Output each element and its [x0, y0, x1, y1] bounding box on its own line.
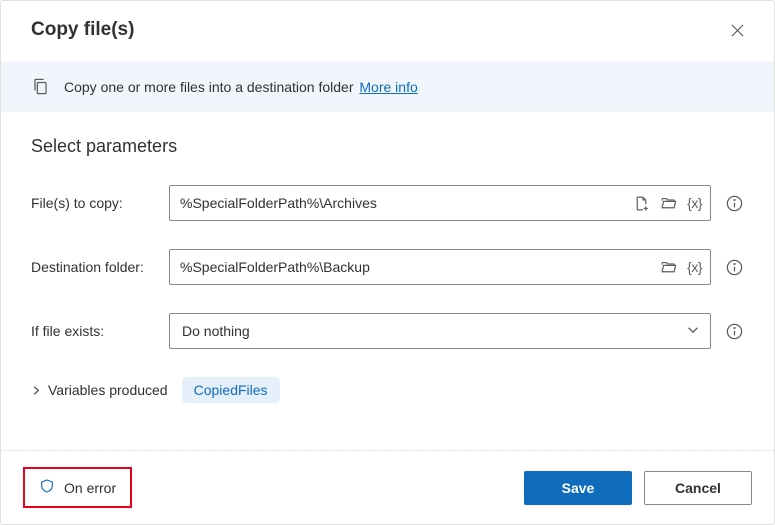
browse-folder-icon[interactable] — [660, 195, 677, 212]
files-to-copy-input-box: {x} — [169, 185, 711, 221]
files-to-copy-info-icon[interactable] — [725, 194, 744, 213]
save-button[interactable]: Save — [524, 471, 632, 505]
chevron-down-icon — [686, 323, 700, 340]
variable-picker-icon[interactable]: {x} — [687, 259, 702, 275]
if-file-exists-value: Do nothing — [182, 323, 250, 339]
if-file-exists-row: If file exists: Do nothing — [31, 313, 744, 349]
files-to-copy-row: File(s) to copy: — [31, 185, 744, 221]
select-file-icon[interactable] — [633, 195, 650, 212]
variable-picker-icon[interactable]: {x} — [687, 195, 702, 211]
dialog-title: Copy file(s) — [31, 19, 134, 41]
info-banner-text: Copy one or more files into a destinatio… — [64, 79, 354, 95]
destination-folder-row: Destination folder: {x} — [31, 249, 744, 285]
copy-icon — [31, 77, 50, 96]
variables-produced-label[interactable]: Variables produced — [48, 382, 168, 398]
if-file-exists-label: If file exists: — [31, 323, 169, 339]
shield-icon — [39, 478, 64, 497]
destination-folder-input[interactable] — [180, 259, 660, 275]
close-icon — [730, 23, 745, 41]
close-button[interactable] — [722, 17, 752, 47]
dialog-footer: On error Save Cancel — [1, 450, 774, 524]
info-banner: Copy one or more files into a destinatio… — [1, 61, 774, 112]
browse-folder-icon[interactable] — [660, 259, 677, 276]
on-error-highlight: On error — [23, 467, 132, 508]
if-file-exists-info-icon[interactable] — [725, 322, 744, 341]
cancel-button[interactable]: Cancel — [644, 471, 752, 505]
copy-files-dialog: Copy file(s) Copy one or more files into… — [0, 0, 775, 525]
dialog-header: Copy file(s) — [1, 1, 774, 61]
files-to-copy-label: File(s) to copy: — [31, 195, 169, 211]
destination-folder-input-box: {x} — [169, 249, 711, 285]
on-error-button[interactable]: On error — [27, 471, 128, 504]
destination-folder-label: Destination folder: — [31, 259, 169, 275]
files-to-copy-input[interactable] — [180, 195, 633, 211]
variables-produced-row: Variables produced CopiedFiles — [31, 377, 744, 403]
variables-expand-toggle[interactable] — [31, 385, 42, 396]
dialog-body: Select parameters File(s) to copy: — [1, 112, 774, 450]
destination-folder-info-icon[interactable] — [725, 258, 744, 277]
section-title: Select parameters — [31, 136, 744, 157]
if-file-exists-select[interactable]: Do nothing — [169, 313, 711, 349]
variable-chip-copiedfiles[interactable]: CopiedFiles — [182, 377, 280, 403]
more-info-link[interactable]: More info — [359, 79, 417, 95]
on-error-label: On error — [64, 480, 116, 496]
